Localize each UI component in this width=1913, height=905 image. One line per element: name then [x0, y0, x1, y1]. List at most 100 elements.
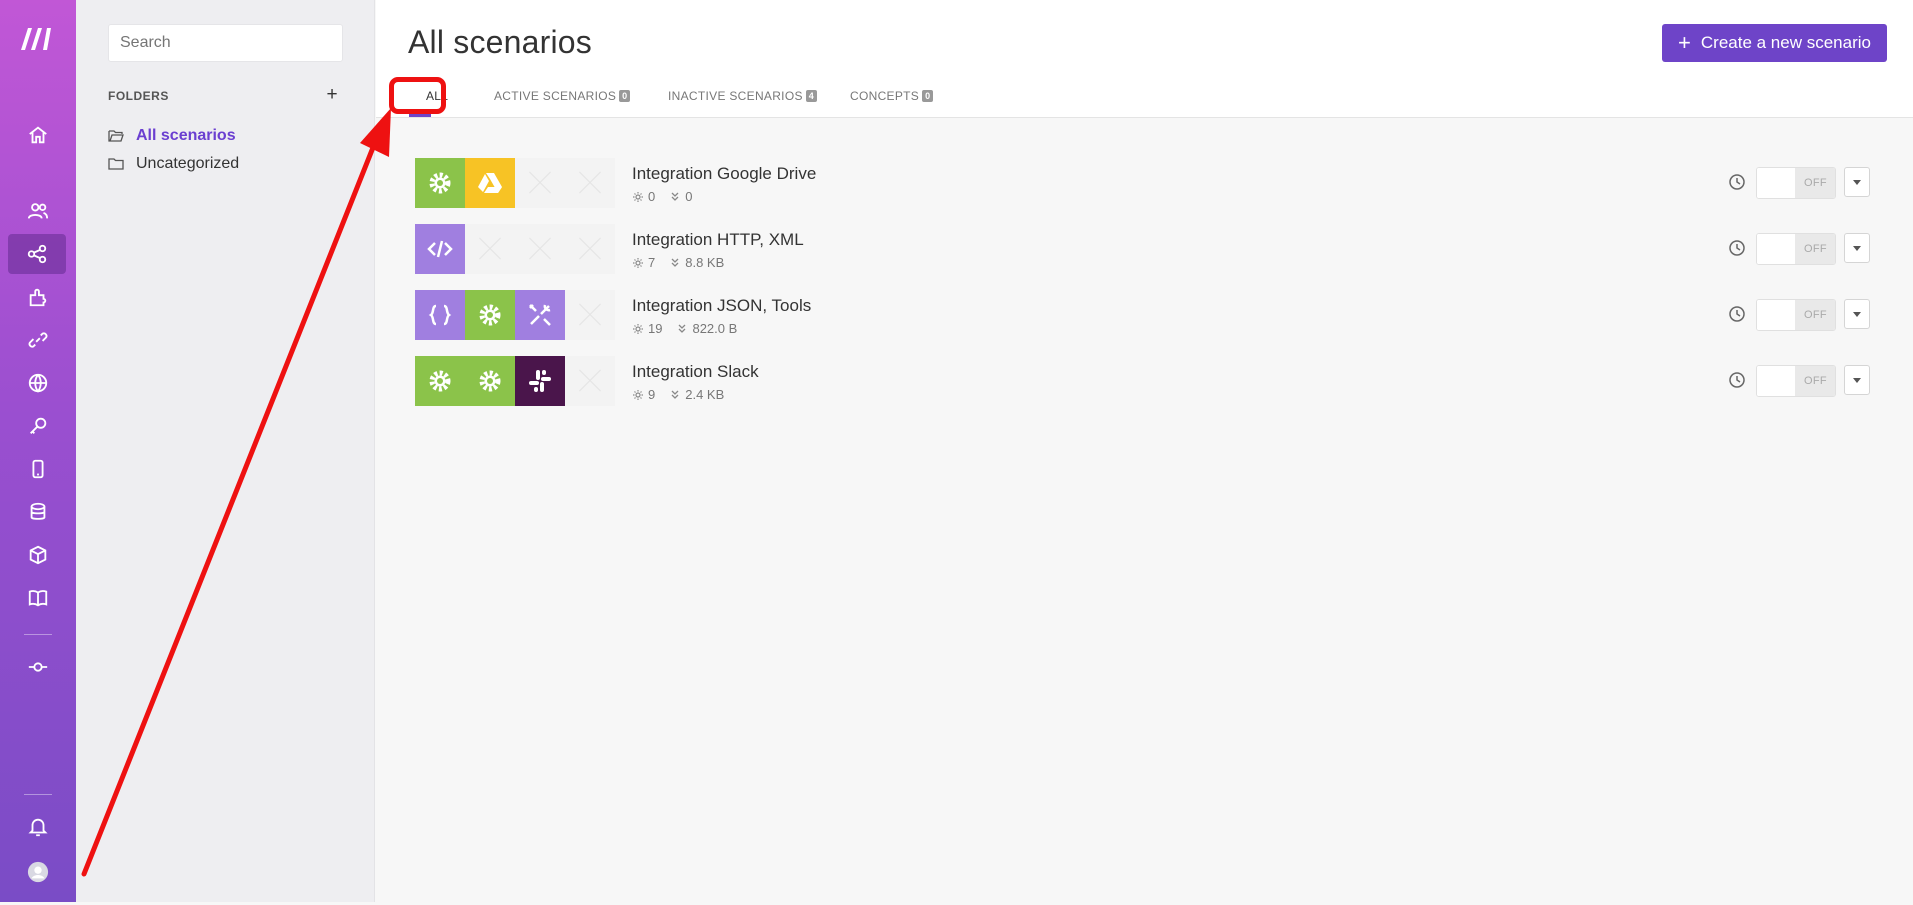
- empty-module-slot: [565, 356, 615, 406]
- scenario-options-dropdown[interactable]: [1844, 233, 1870, 263]
- notifications-icon[interactable]: [18, 810, 58, 844]
- module-strip: [415, 158, 615, 208]
- operations-icon: [633, 323, 643, 334]
- operations-icon: [633, 191, 643, 202]
- module-strip: [415, 224, 615, 274]
- folders-panel: FOLDERS + All scenarios Uncategorized: [76, 0, 375, 902]
- tools-module-icon: [465, 356, 515, 406]
- rail-divider: [24, 794, 52, 795]
- toggle-state-label: OFF: [1795, 234, 1835, 264]
- scenarios-icon[interactable]: [8, 234, 66, 274]
- empty-module-slot: [515, 158, 565, 208]
- operations-count: 19: [648, 321, 663, 336]
- schedule-clock-icon[interactable]: [1728, 239, 1746, 257]
- scenario-options-dropdown[interactable]: [1844, 299, 1870, 329]
- empty-module-slot: [565, 158, 615, 208]
- operations-icon: [633, 389, 643, 400]
- folder-icon: [108, 158, 124, 170]
- schedule-clock-icon[interactable]: [1728, 371, 1746, 389]
- keys-icon[interactable]: [18, 409, 58, 443]
- tab-label: ACTIVE SCENARIOS: [494, 89, 617, 103]
- add-folder-button[interactable]: +: [322, 84, 342, 106]
- empty-module-slot: [515, 224, 565, 274]
- scenario-meta: 0 0: [632, 189, 692, 204]
- scenario-options-dropdown[interactable]: [1844, 365, 1870, 395]
- data-transfer-size: 822.0 B: [692, 321, 738, 336]
- rail-divider: [24, 634, 52, 635]
- xml-module-icon: [415, 224, 465, 274]
- empty-module-slot: [465, 224, 515, 274]
- data-structures-icon[interactable]: [18, 538, 58, 572]
- templates-icon[interactable]: [18, 280, 58, 314]
- scenario-options-dropdown[interactable]: [1844, 167, 1870, 197]
- tab-concepts[interactable]: CONCEPTS 0: [850, 86, 934, 106]
- empty-module-slot: [565, 224, 615, 274]
- scenario-meta: 9 2.4 KB: [632, 387, 724, 402]
- folder-item-uncategorized[interactable]: Uncategorized: [108, 155, 239, 173]
- home-icon[interactable]: [18, 118, 58, 152]
- scenario-meta: 7 8.8 KB: [632, 255, 724, 270]
- tab-active-scenarios[interactable]: ACTIVE SCENARIOS 0: [494, 86, 631, 106]
- slack-module-icon: [515, 356, 565, 406]
- scenario-name[interactable]: Integration HTTP, XML: [632, 230, 804, 250]
- scenario-name[interactable]: Integration JSON, Tools: [632, 296, 811, 316]
- connections-icon[interactable]: [18, 323, 58, 357]
- main-content: All scenarios + Create a new scenario AL…: [376, 0, 1913, 902]
- folder-label: Uncategorized: [136, 155, 240, 172]
- operations-icon: [633, 257, 643, 268]
- devices-icon[interactable]: [18, 452, 58, 486]
- folders-heading: FOLDERS: [108, 89, 169, 103]
- docs-icon[interactable]: [18, 581, 58, 615]
- empty-module-slot: [565, 290, 615, 340]
- data-transfer-size: 0: [685, 189, 693, 204]
- operations-count: 0: [648, 189, 656, 204]
- scenario-row[interactable]: Integration Slack 9 2.4 KB OFF: [415, 356, 1870, 408]
- folder-open-icon: [108, 130, 124, 142]
- tab-count-badge: 0: [619, 90, 631, 102]
- left-rail: [0, 0, 76, 902]
- plus-icon: +: [1678, 30, 1691, 55]
- json-module-icon: [415, 290, 465, 340]
- scenario-toggle[interactable]: OFF: [1756, 167, 1836, 199]
- team-icon[interactable]: [18, 194, 58, 228]
- wrench-tools-module-icon: [515, 290, 565, 340]
- tab-count-badge: 4: [805, 90, 818, 102]
- scenario-toggle[interactable]: OFF: [1756, 299, 1836, 331]
- create-scenario-label: Create a new scenario: [1700, 33, 1871, 52]
- tab-inactive-scenarios[interactable]: INACTIVE SCENARIOS 4: [668, 86, 818, 106]
- tools-module-icon: [415, 158, 465, 208]
- schedule-clock-icon[interactable]: [1728, 305, 1746, 323]
- data-transfer-icon: [671, 258, 679, 267]
- operations-count: 9: [648, 387, 656, 402]
- annotation-highlight-box: [389, 77, 446, 114]
- page-title: All scenarios: [408, 24, 593, 60]
- tab-label: INACTIVE SCENARIOS: [668, 89, 803, 103]
- avatar-icon[interactable]: [18, 855, 58, 889]
- scenario-name[interactable]: Integration Google Drive: [632, 164, 816, 184]
- scenario-toggle[interactable]: OFF: [1756, 233, 1836, 265]
- folder-item-all-scenarios[interactable]: All scenarios: [108, 127, 236, 145]
- scenario-row[interactable]: Integration Google Drive 0 0 OFF: [415, 158, 1870, 210]
- webhooks-icon[interactable]: [18, 366, 58, 400]
- module-strip: [415, 356, 615, 406]
- create-scenario-button[interactable]: + Create a new scenario: [1662, 24, 1887, 62]
- scenario-row[interactable]: Integration HTTP, XML 7 8.8 KB OFF: [415, 224, 1870, 276]
- data-transfer-icon: [679, 324, 686, 333]
- tab-count-badge: 0: [922, 90, 934, 102]
- scenario-row[interactable]: Integration JSON, Tools 19 822.0 B OFF: [415, 290, 1870, 342]
- toggle-state-label: OFF: [1795, 300, 1835, 330]
- flow-control-icon[interactable]: [18, 650, 58, 684]
- toggle-state-label: OFF: [1795, 366, 1835, 396]
- module-strip: [415, 290, 615, 340]
- schedule-clock-icon[interactable]: [1728, 173, 1746, 191]
- data-transfer-icon: [671, 390, 679, 399]
- scenario-name[interactable]: Integration Slack: [632, 362, 759, 382]
- data-transfer-icon: [671, 192, 679, 201]
- page-header: All scenarios + Create a new scenario AL…: [376, 0, 1913, 118]
- scenario-toggle[interactable]: OFF: [1756, 365, 1836, 397]
- search-input[interactable]: [108, 24, 343, 62]
- tab-label: CONCEPTS: [850, 89, 920, 103]
- data-stores-icon[interactable]: [18, 495, 58, 529]
- toggle-state-label: OFF: [1795, 168, 1835, 198]
- make-logo-icon[interactable]: [18, 22, 58, 56]
